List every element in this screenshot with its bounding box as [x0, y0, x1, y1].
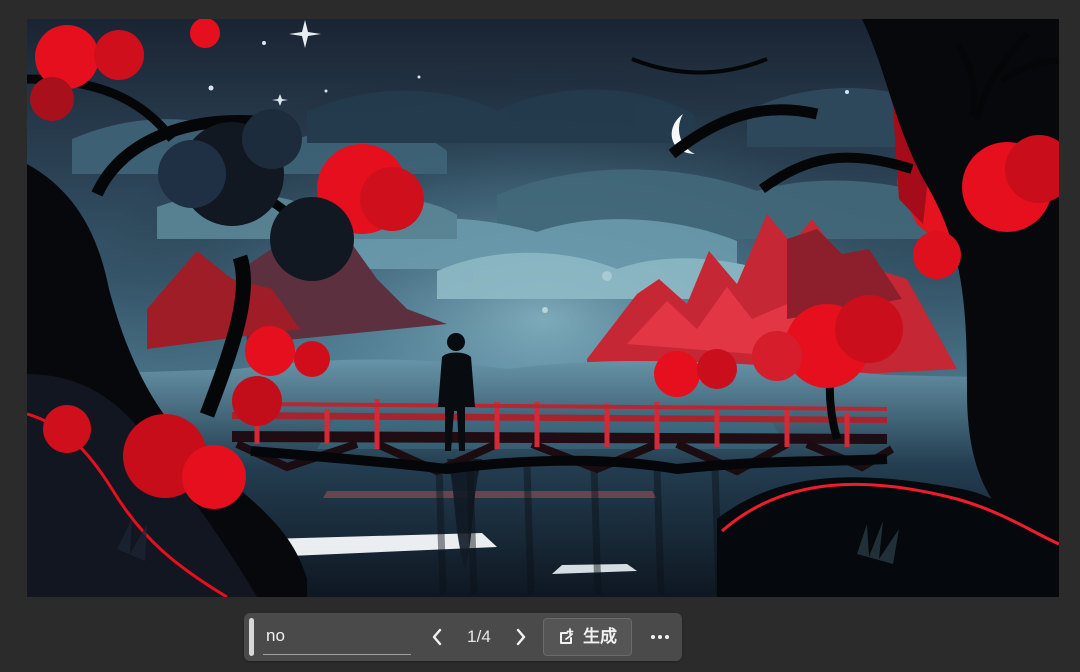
- chevron-right-icon: [515, 628, 527, 646]
- more-dot: [658, 635, 662, 639]
- more-dot: [651, 635, 655, 639]
- chevron-left-icon: [431, 628, 443, 646]
- generate-icon: [558, 628, 576, 646]
- generate-button-label: 生成: [583, 626, 617, 646]
- toolbar-drag-handle[interactable]: [249, 618, 254, 656]
- generation-preview-app: 1/4 生成: [0, 0, 1080, 672]
- prompt-input[interactable]: [263, 622, 413, 650]
- generation-toolbar: 1/4 生成: [244, 613, 682, 661]
- generate-button[interactable]: 生成: [543, 618, 632, 656]
- night-bridge-artwork: [27, 19, 1059, 597]
- prompt-field-container: [263, 617, 413, 657]
- prompt-input-underline: [263, 654, 411, 655]
- generated-image-canvas: [27, 19, 1059, 597]
- next-result-button[interactable]: [512, 625, 530, 649]
- more-options-button[interactable]: [646, 625, 674, 649]
- previous-result-button[interactable]: [428, 625, 446, 649]
- more-dot: [665, 635, 669, 639]
- result-page-indicator: 1/4: [467, 627, 491, 646]
